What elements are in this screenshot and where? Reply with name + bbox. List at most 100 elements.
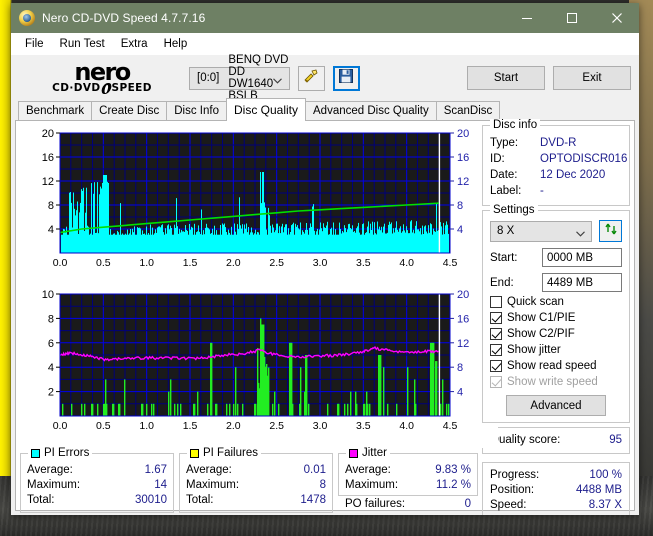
pi-errors-maximum-key: Maximum:	[27, 479, 81, 491]
jitter-maximum-row: Maximum: 11.2 %	[345, 478, 471, 493]
tools-button[interactable]	[297, 65, 325, 91]
svg-text:1.5: 1.5	[183, 257, 198, 269]
checkbox-box	[490, 328, 502, 340]
svg-text:8: 8	[48, 200, 54, 212]
svg-text:6: 6	[48, 338, 54, 350]
disc-type-key: Type:	[490, 137, 519, 149]
svg-text:16: 16	[457, 313, 469, 325]
position-row: Position: 4488 MB	[490, 483, 622, 498]
pi-failures-total-key: Total:	[186, 494, 214, 506]
checkbox-show-write-speed: Show write speed	[490, 376, 622, 388]
po-failures-key: PO failures:	[345, 498, 406, 510]
logo-cd-dvd-text: CD·DVD	[52, 82, 101, 94]
checkbox-box	[490, 360, 502, 372]
menu-item-help[interactable]: Help	[156, 36, 196, 52]
drive-select[interactable]: [0:0] BENQ DVD DD DW1640 BSLB	[189, 54, 290, 102]
pi-errors-total-row: Total: 30010	[27, 493, 167, 508]
checkbox-box	[490, 312, 502, 324]
menu-item-file[interactable]: File	[17, 36, 52, 52]
pi-failures-maximum-row: Maximum: 8	[186, 478, 326, 493]
jitter-stats: Jitter Average: 9.83 % Maximum: 11.2 %	[338, 447, 478, 496]
svg-text:0.0: 0.0	[53, 420, 68, 432]
menu-item-extra[interactable]: Extra	[113, 36, 156, 52]
screwdriver-wrench-icon	[303, 68, 319, 89]
disc-id-value: OPTODISCR016	[540, 153, 628, 165]
svg-text:4.0: 4.0	[399, 257, 414, 269]
svg-text:4: 4	[48, 224, 54, 236]
svg-text:1.0: 1.0	[139, 257, 154, 269]
disc-info-legend: Disc info	[490, 119, 541, 131]
tab-disc-quality[interactable]: Disc Quality	[226, 98, 307, 121]
end-input[interactable]: 4489 MB	[542, 273, 622, 292]
maximize-button[interactable]	[549, 3, 594, 33]
disc-type-row: Type: DVD-R	[490, 135, 622, 151]
svg-text:12: 12	[457, 176, 469, 188]
quality-score-box: Quality score: 95	[482, 427, 630, 454]
svg-text:16: 16	[42, 152, 54, 164]
pi-failures-maximum-key: Maximum:	[186, 479, 240, 491]
checkbox-label: Show read speed	[507, 360, 597, 372]
svg-text:1.5: 1.5	[183, 420, 198, 432]
po-failures-row: PO failures: 0	[338, 497, 478, 512]
menu-item-run-test[interactable]: Run Test	[52, 36, 113, 52]
pi-errors-legend-label: PI Errors	[44, 447, 90, 459]
advanced-button[interactable]: Advanced	[506, 395, 606, 416]
start-button[interactable]: Start	[467, 66, 545, 90]
refresh-button[interactable]	[599, 220, 622, 242]
disc-label-value: -	[540, 185, 544, 197]
pi-failures-total-value: 1478	[300, 494, 326, 506]
checkbox-show-jitter[interactable]: Show jitter	[490, 344, 622, 356]
pi-errors-chart: 0.0 0.5 1.0 1.5 2.0 2.5 3.0 3.5 4.0 4.5 4 8 12 16 20 4 8…	[20, 125, 498, 283]
checkbox-label: Show C1/PIE	[507, 312, 576, 324]
svg-text:2.0: 2.0	[226, 420, 241, 432]
checkbox-box	[490, 344, 502, 356]
svg-text:4: 4	[48, 362, 54, 374]
speed-select[interactable]: 8 X	[490, 220, 592, 242]
start-label: Start:	[490, 251, 518, 264]
jitter-maximum-key: Maximum:	[345, 479, 399, 491]
disc-id-key: ID:	[490, 153, 505, 165]
side-panel: Disc info Type: DVD-R ID: OPTODISCR016 D…	[482, 119, 630, 515]
pi-failures-average-key: Average:	[186, 464, 232, 476]
tab-scandisc[interactable]: ScanDisc	[435, 101, 501, 120]
end-label: End:	[490, 276, 514, 289]
checkbox-show-c1-pie[interactable]: Show C1/PIE	[490, 312, 622, 324]
checkbox-quick-scan[interactable]: Quick scan	[490, 296, 622, 308]
jitter-average-value: 9.83 %	[435, 464, 471, 476]
position-key: Position:	[490, 484, 535, 496]
svg-text:10: 10	[42, 289, 54, 301]
tab-advanced-disc-quality[interactable]: Advanced Disc Quality	[305, 101, 437, 120]
pi-errors-svg: 0.0 0.5 1.0 1.5 2.0 2.5 3.0 3.5 4.0 4.5 4 8 12 16 20 4 8…	[20, 125, 498, 283]
tab-create-disc[interactable]: Create Disc	[91, 101, 168, 120]
checkbox-show-c2-pif[interactable]: Show C2/PIF	[490, 328, 622, 340]
tab-benchmark[interactable]: Benchmark	[18, 101, 93, 120]
progress-row: Progress: 100 %	[490, 468, 622, 483]
svg-text:8: 8	[457, 362, 463, 374]
svg-text:2.5: 2.5	[269, 257, 284, 269]
pif-jitter-chart: 0.0 0.5 1.0 1.5 2.0 2.5 3.0 3.5 4.0 4.5 2 4 6 8 10 4 8 12…	[20, 286, 498, 448]
speed-row-status: Speed: 8.37 X	[490, 498, 622, 513]
disc-label-row: Label: -	[490, 183, 622, 199]
checkbox-show-read-speed[interactable]: Show read speed	[490, 360, 622, 372]
tab-bar: Benchmark Create Disc Disc Info Disc Qua…	[15, 98, 635, 121]
pi-failures-average-row: Average: 0.01	[186, 463, 326, 478]
pi-failures-legend: PI Failures	[187, 447, 261, 459]
app-window: Nero CD-DVD Speed 4.7.7.16 File Run Test…	[11, 3, 639, 515]
start-input[interactable]: 0000 MB	[542, 248, 622, 267]
menu-bar: File Run Test Extra Help	[11, 33, 639, 55]
svg-text:12: 12	[457, 338, 469, 350]
pi-errors-maximum-value: 14	[154, 479, 167, 491]
pi-errors-average-row: Average: 1.67	[27, 463, 167, 478]
toolbar: nero CD·DVD SPEED [0:0] BENQ DVD DD DW16…	[15, 54, 635, 102]
tab-disc-info[interactable]: Disc Info	[166, 101, 227, 120]
save-button[interactable]	[332, 65, 360, 91]
svg-text:3.0: 3.0	[313, 420, 328, 432]
exit-button[interactable]: Exit	[553, 66, 631, 90]
pi-errors-stats: PI Errors Average: 1.67 Maximum: 14 Tota…	[20, 447, 174, 513]
svg-text:0.5: 0.5	[96, 257, 111, 269]
minimize-button[interactable]	[504, 3, 549, 33]
close-button[interactable]	[594, 3, 639, 33]
disc-date-row: Date: 12 Dec 2020	[490, 167, 622, 183]
settings-legend: Settings	[490, 204, 538, 216]
pif-jitter-svg: 0.0 0.5 1.0 1.5 2.0 2.5 3.0 3.5 4.0 4.5 2 4 6 8 10 4 8 12…	[20, 286, 498, 448]
